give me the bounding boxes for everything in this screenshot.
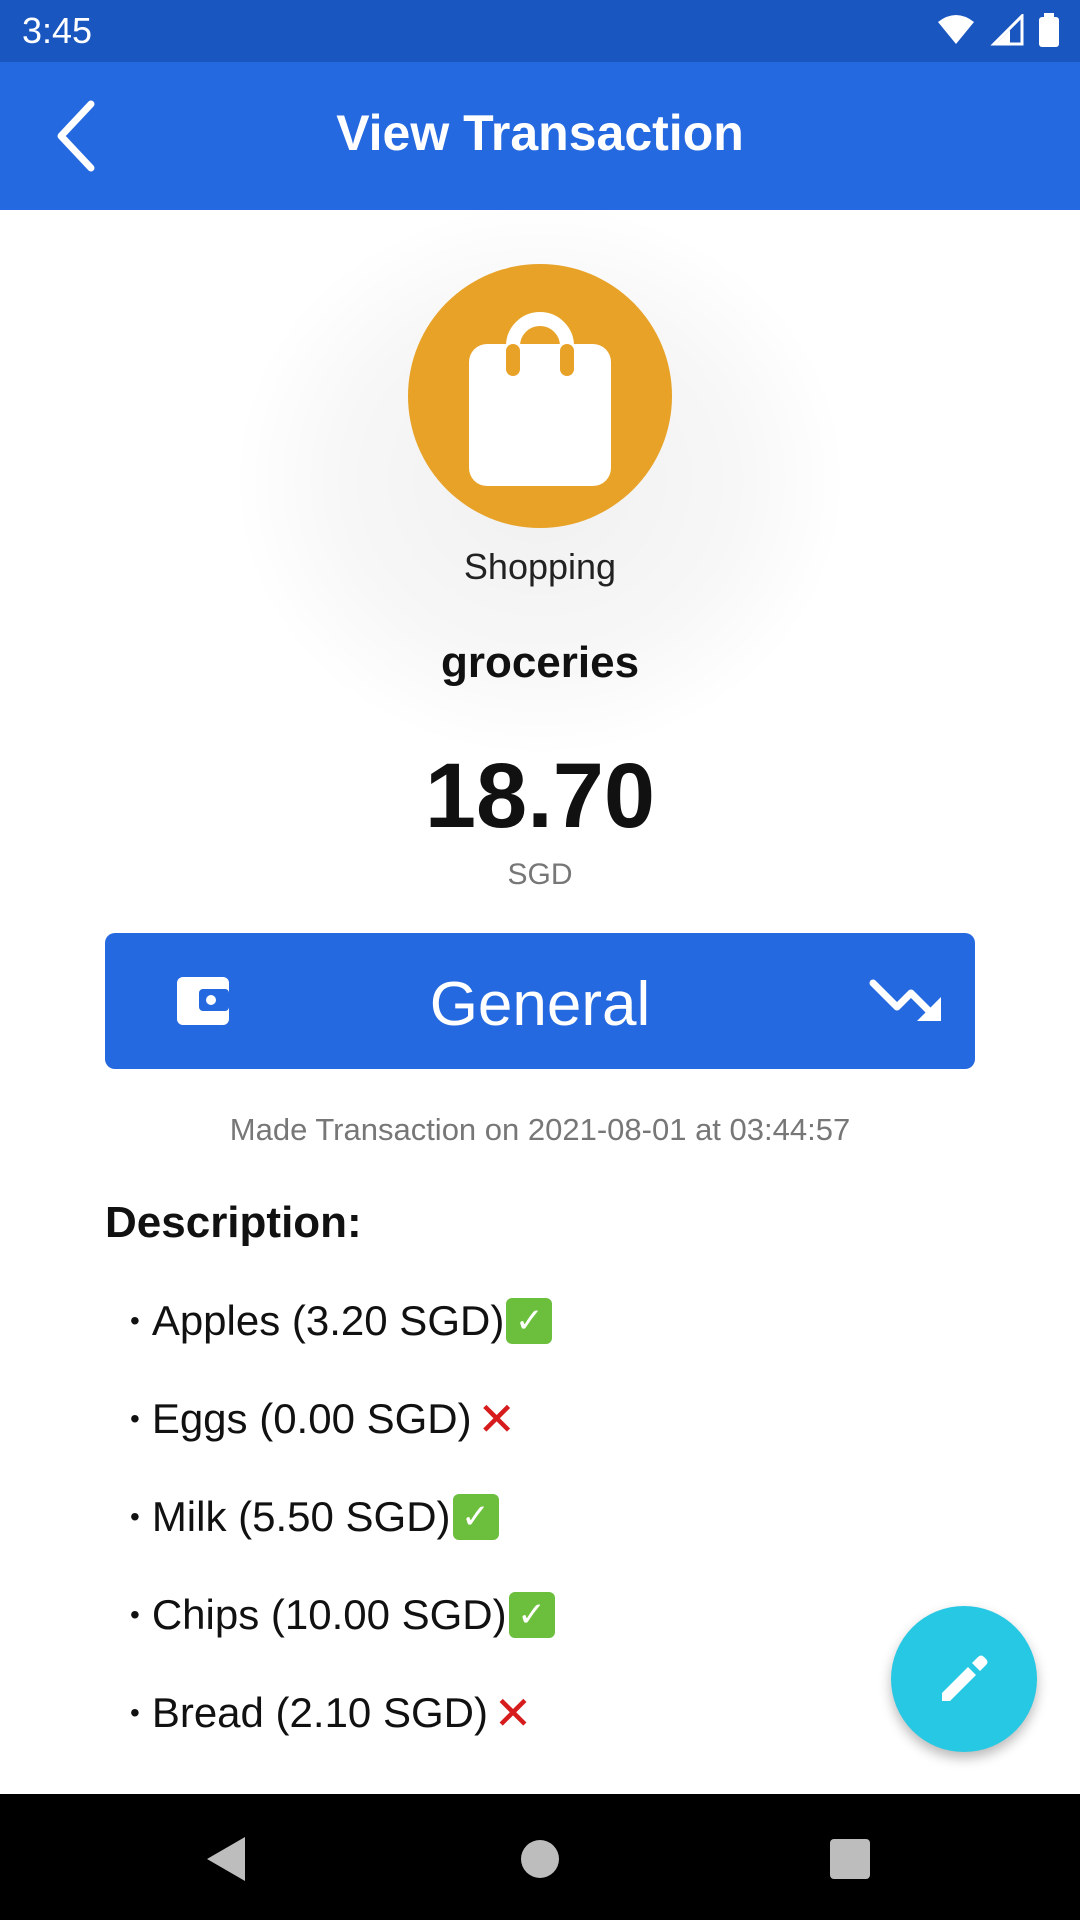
bullet: • xyxy=(130,1599,140,1630)
wifi-icon xyxy=(938,15,974,44)
transaction-currency: SGD xyxy=(507,858,573,891)
category-badge xyxy=(408,264,672,528)
cross-mark-icon: ✕ xyxy=(493,1687,533,1739)
shopping-bag-icon xyxy=(469,312,611,486)
nav-home-button[interactable] xyxy=(505,1824,575,1894)
list-item: • Eggs (0.00 SGD) ✕ xyxy=(130,1370,555,1468)
back-triangle-icon xyxy=(207,1837,245,1881)
recents-square-icon xyxy=(830,1839,870,1879)
list-item: • Chips (10.00 SGD) ✓ xyxy=(130,1566,555,1664)
item-text: Milk (5.50 SGD) xyxy=(151,1493,451,1540)
item-text: Bread (2.10 SGD) xyxy=(151,1689,488,1736)
list-item: • Milk (5.50 SGD) ✓ xyxy=(130,1468,555,1566)
check-mark-icon: ✓ xyxy=(452,1494,499,1540)
status-bar: 3:45 xyxy=(0,0,1080,62)
status-time: 3:45 xyxy=(22,10,93,51)
transaction-amount: 18.70 xyxy=(424,745,656,847)
bullet: • xyxy=(130,1403,140,1434)
transaction-timestamp: Made Transaction on 2021-08-01 at 03:44:… xyxy=(229,1112,851,1147)
page-title: View Transaction xyxy=(336,105,744,161)
home-circle-icon xyxy=(521,1840,559,1878)
bullet: • xyxy=(130,1697,140,1728)
trending-down-icon xyxy=(869,979,941,1021)
check-mark-icon: ✓ xyxy=(506,1298,553,1344)
description-list: • Apples (3.20 SGD) ✓ • Eggs (0.00 SGD) … xyxy=(130,1272,555,1762)
item-text: Eggs (0.00 SGD) xyxy=(151,1395,472,1442)
edit-pencil-icon xyxy=(942,1655,988,1701)
list-item: • Apples (3.20 SGD) ✓ xyxy=(130,1272,555,1370)
nav-recents-button[interactable] xyxy=(815,1824,885,1894)
account-button[interactable]: General xyxy=(105,933,975,1069)
status-icons xyxy=(936,13,1060,47)
app-bar: View Transaction xyxy=(0,62,1080,210)
list-item: • Bread (2.10 SGD) ✕ xyxy=(130,1664,555,1762)
item-text: Chips (10.00 SGD) xyxy=(151,1591,507,1638)
transaction-name: groceries xyxy=(440,638,640,687)
edit-button[interactable] xyxy=(891,1606,1037,1752)
item-text: Apples (3.20 SGD) xyxy=(151,1297,505,1344)
cross-mark-icon: ✕ xyxy=(477,1393,516,1445)
account-name: General xyxy=(429,970,651,1039)
battery-icon xyxy=(1039,13,1059,47)
system-nav-bar xyxy=(0,1794,1080,1920)
nav-back-button[interactable] xyxy=(190,1824,260,1894)
bullet: • xyxy=(130,1305,140,1336)
bullet: • xyxy=(130,1501,140,1532)
check-mark-icon: ✓ xyxy=(508,1592,555,1638)
description-title: Description: xyxy=(105,1198,362,1247)
signal-icon xyxy=(990,14,1024,46)
category-label: Shopping xyxy=(463,546,617,587)
